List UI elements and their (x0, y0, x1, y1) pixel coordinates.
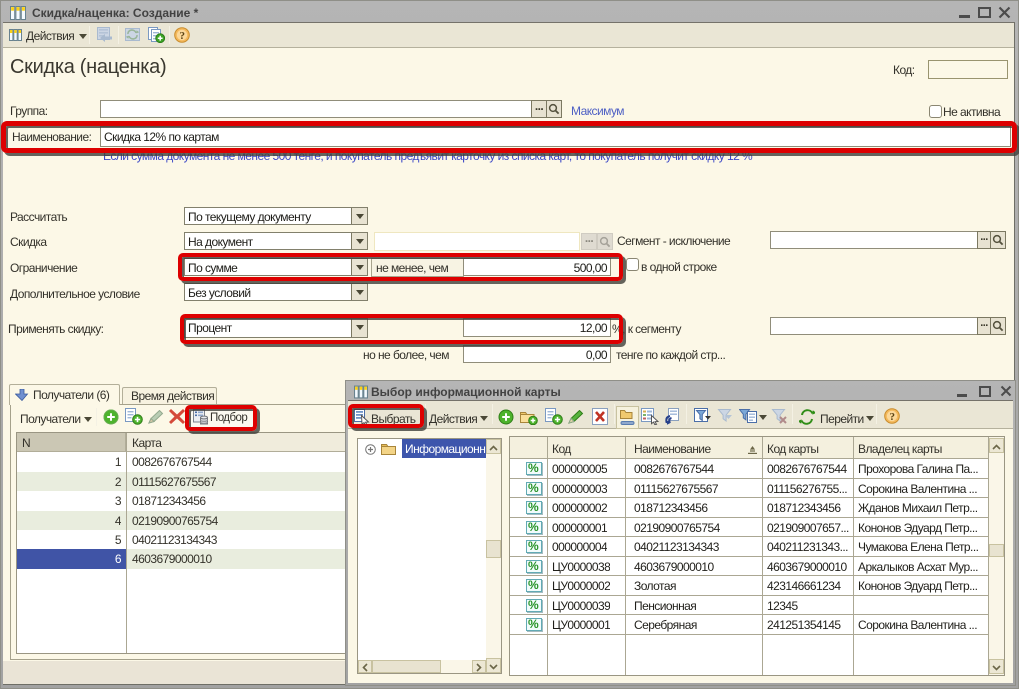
svg-text:?: ? (890, 411, 895, 423)
svg-text:?: ? (180, 30, 185, 42)
